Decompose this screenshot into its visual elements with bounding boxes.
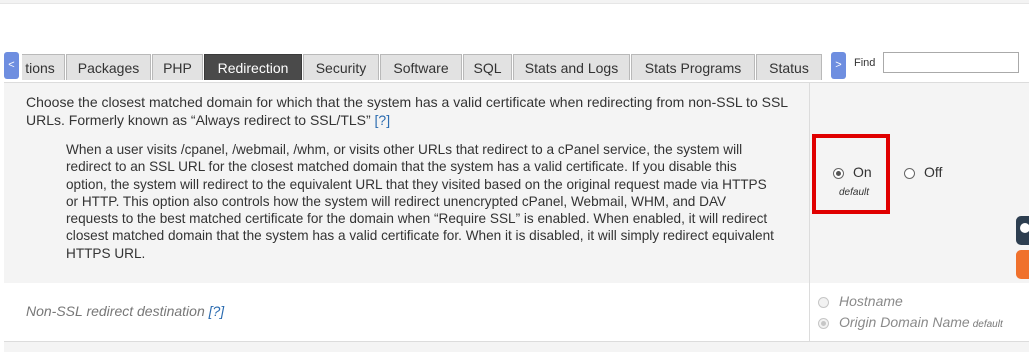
- setting-title: Choose the closest matched domain for wh…: [26, 94, 788, 128]
- tab-stats-and-logs[interactable]: Stats and Logs: [513, 54, 630, 80]
- tab-packages[interactable]: Packages: [66, 54, 151, 80]
- find-input[interactable]: [883, 52, 1019, 73]
- tabs-scroll-right-button[interactable]: >: [831, 52, 846, 79]
- radio-hostname[interactable]: [818, 296, 829, 308]
- tab-status[interactable]: Status: [756, 54, 822, 80]
- radio-option-hostname[interactable]: Hostname: [818, 293, 903, 309]
- setting-description-cell: Choose the closest matched domain for wh…: [4, 83, 810, 283]
- tab-stats-programs[interactable]: Stats Programs: [631, 54, 755, 80]
- tab-strip: tions Packages PHP Redirection Security …: [22, 54, 822, 81]
- chevron-left-icon: <: [8, 59, 15, 71]
- tab-redirection[interactable]: Redirection: [204, 54, 302, 80]
- tabs-scroll-left-button[interactable]: <: [4, 52, 19, 79]
- radio-off[interactable]: [904, 167, 915, 179]
- tab-php[interactable]: PHP: [152, 54, 203, 80]
- radio-option-origin-domain[interactable]: Origin Domain Name default: [818, 314, 1003, 330]
- radio-option-off[interactable]: Off: [904, 164, 942, 180]
- setting-row-next: [4, 341, 1029, 352]
- tab-security[interactable]: Security: [303, 54, 379, 80]
- top-bar: [0, 0, 1029, 4]
- setting-description: When a user visits /cpanel, /webmail, /w…: [66, 142, 774, 261]
- chat-icon: [1020, 223, 1029, 233]
- chat-widget-button[interactable]: [1016, 216, 1029, 245]
- setting-row-non-ssl-destination: Non-SSL redirect destination [?] Hostnam…: [4, 283, 1029, 341]
- highlight-box: [812, 134, 890, 214]
- feedback-widget-button[interactable]: [1016, 250, 1029, 279]
- tab-sql[interactable]: SQL: [463, 54, 512, 80]
- help-link[interactable]: [?]: [209, 303, 225, 319]
- chevron-right-icon: >: [835, 59, 842, 71]
- tab-software[interactable]: Software: [380, 54, 462, 80]
- default-note: default: [972, 319, 1003, 330]
- tab-bar: < tions Packages PHP Redirection Securit…: [4, 52, 1029, 81]
- setting-label: Non-SSL redirect destination [?]: [26, 303, 225, 319]
- radio-origin-domain[interactable]: [818, 317, 829, 329]
- setting-description-cell: Non-SSL redirect destination [?]: [4, 283, 810, 341]
- tab-options[interactable]: tions: [22, 54, 65, 80]
- help-link[interactable]: [?]: [375, 112, 391, 128]
- find-label: Find: [854, 57, 876, 69]
